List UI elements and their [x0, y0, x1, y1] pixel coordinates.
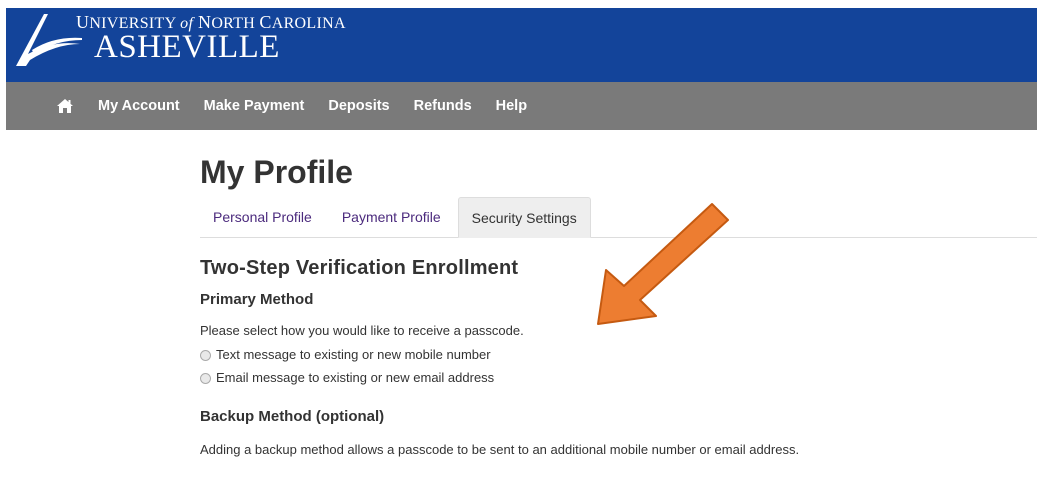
nav-deposits[interactable]: Deposits: [328, 98, 389, 114]
logo-asheville-text: ASHEVILLE: [94, 29, 280, 65]
site-header: UNIVERSITY of NORTH CAROLINA ASHEVILLE: [6, 8, 1037, 82]
option-email-message-label: Email message to existing or new email a…: [216, 370, 495, 385]
option-email-message[interactable]: Email message to existing or new email a…: [200, 369, 1037, 387]
backup-method-description: Adding a backup method allows a passcode…: [200, 442, 800, 457]
radio-text-message[interactable]: [200, 349, 211, 361]
nav-my-account[interactable]: My Account: [98, 98, 180, 114]
home-icon: [57, 99, 73, 113]
nav-home-button[interactable]: [54, 95, 76, 117]
option-text-message-label: Text message to existing or new mobile n…: [216, 347, 491, 362]
tab-security-settings[interactable]: Security Settings: [457, 197, 591, 238]
radio-email-message[interactable]: [200, 372, 211, 384]
tab-personal-profile[interactable]: Personal Profile: [200, 197, 325, 237]
primary-method-options: Text message to existing or new mobile n…: [200, 346, 1037, 387]
tab-payment-profile[interactable]: Payment Profile: [329, 197, 454, 237]
nav-help[interactable]: Help: [496, 98, 527, 114]
unca-logo-icon: [16, 14, 82, 66]
option-text-message[interactable]: Text message to existing or new mobile n…: [200, 346, 1037, 364]
backup-method-title: Backup Method (optional): [200, 408, 385, 425]
unca-logo[interactable]: UNIVERSITY of NORTH CAROLINA ASHEVILLE: [14, 10, 346, 72]
page-title: My Profile: [200, 154, 353, 190]
nav-refunds[interactable]: Refunds: [414, 98, 472, 114]
nav-make-payment[interactable]: Make Payment: [204, 98, 305, 114]
main-navbar: My Account Make Payment Deposits Refunds…: [6, 82, 1037, 130]
orange-arrow-annotation-icon: [597, 203, 729, 325]
